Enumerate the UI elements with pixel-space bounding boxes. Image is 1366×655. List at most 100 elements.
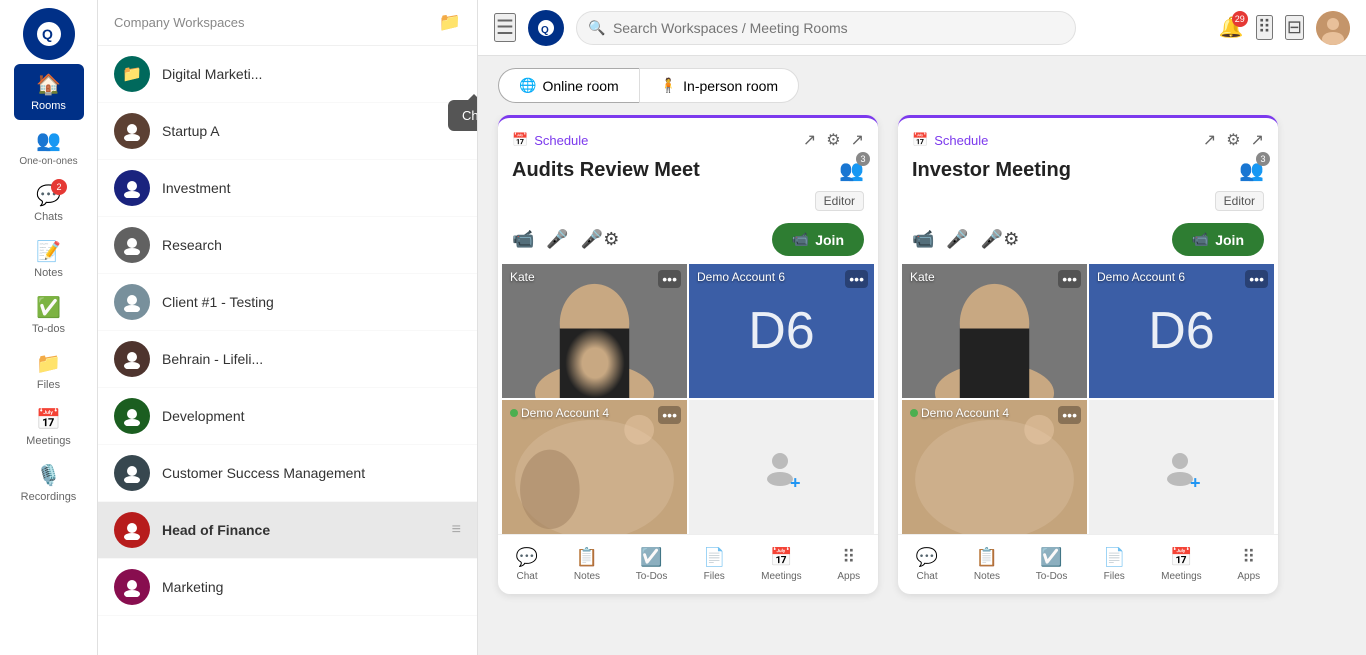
footer-files-investor[interactable]: 📄 Files	[1095, 543, 1133, 586]
video-menu-d6-investor[interactable]: •••	[1245, 270, 1268, 288]
more-button[interactable]: •••	[425, 65, 446, 83]
sidebar-item-one-on-ones[interactable]: 👥 One-on-ones	[0, 120, 97, 175]
more-button[interactable]: •••	[425, 350, 446, 368]
video-btn-investor[interactable]: 📹	[912, 229, 934, 250]
settings-button-investor[interactable]: ⚙	[1226, 130, 1240, 150]
footer-chat-audits[interactable]: 💬 Chat	[508, 543, 546, 586]
tab-inperson-room[interactable]: 🧍 In-person room	[639, 68, 799, 103]
add-button[interactable]: ➕	[367, 65, 390, 83]
hamburger-menu[interactable]: ☰	[494, 13, 516, 42]
workspace-item-head-of-finance[interactable]: Head of Finance ≡	[98, 502, 477, 559]
workspace-avatar	[114, 455, 150, 491]
meetings-footer-icon-investor: 📅	[1170, 547, 1192, 568]
drag-handle[interactable]: ≡	[452, 236, 461, 254]
video-cell-add-investor[interactable]: +	[1089, 400, 1274, 534]
footer-todos-audits[interactable]: ☑️ To-Dos	[628, 543, 676, 586]
workspace-name-head-of-finance: Head of Finance	[162, 522, 452, 538]
settings-button-audits[interactable]: ⚙	[826, 130, 840, 150]
video-btn-audits[interactable]: 📹	[512, 229, 534, 250]
notification-button[interactable]: 🔔 29	[1219, 15, 1244, 40]
tab-online-room[interactable]: 🌐 Online room	[498, 68, 639, 103]
footer-todos-investor[interactable]: ☑️ To-Dos	[1028, 543, 1076, 586]
mic-btn-audits[interactable]: 🎤	[546, 229, 568, 250]
card-header-audits: 📅 Schedule ↗ ⚙ ↗	[498, 118, 878, 158]
workspace-item-research[interactable]: Research ≡	[98, 217, 477, 274]
workspace-name-customer-success: Customer Success Management	[162, 465, 452, 481]
drag-handle[interactable]: ≡	[452, 521, 461, 539]
add-button[interactable]: ➕	[367, 179, 390, 197]
user-avatar[interactable]	[1316, 11, 1350, 45]
room-type-tabs: 🌐 Online room 🧍 In-person room	[478, 56, 1366, 115]
video-menu-demo4[interactable]: •••	[658, 406, 681, 424]
mic-settings-btn-investor[interactable]: 🎤⚙	[981, 229, 1020, 250]
drag-handle[interactable]: ≡	[452, 464, 461, 482]
footer-chat-investor[interactable]: 💬 Chat	[908, 543, 946, 586]
join-label-audits: Join	[815, 232, 844, 248]
sidebar-item-meetings[interactable]: 📅 Meetings	[0, 399, 97, 455]
join-button-audits[interactable]: 📹 Join	[772, 223, 864, 256]
sidebar-item-recordings[interactable]: 🎙️ Recordings	[0, 455, 97, 511]
bolt-button[interactable]: ⚡	[396, 179, 419, 197]
card-title-investor: Investor Meeting	[912, 159, 1071, 182]
expand-button-investor[interactable]: ↗	[1251, 130, 1264, 150]
drag-handle[interactable]: ≡	[452, 407, 461, 425]
workspace-item-behrain[interactable]: Behrain - Lifeli... ➕ ⚡ ••• ≡	[98, 331, 477, 388]
share-button-investor[interactable]: ↗	[1203, 130, 1216, 150]
workspace-avatar	[114, 113, 150, 149]
workspace-item-investment[interactable]: Investment ➕ ⚡ ••• ≡	[98, 160, 477, 217]
video-cell-d6-audits: D6 Demo Account 6 •••	[689, 264, 874, 398]
mic-btn-investor[interactable]: 🎤	[946, 229, 968, 250]
video-menu-kate[interactable]: •••	[658, 270, 681, 288]
footer-notes-investor[interactable]: 📋 Notes	[966, 543, 1008, 586]
drag-handle[interactable]: ≡	[452, 350, 461, 368]
video-cell-demo4-audits: Demo Account 4 •••	[502, 400, 687, 534]
sidebar-item-chats[interactable]: 💬 2 Chats	[0, 175, 97, 231]
sidebar-item-files[interactable]: 📁 Files	[0, 343, 97, 399]
more-button[interactable]: •••	[425, 179, 446, 197]
bolt-button[interactable]: ⚡	[396, 65, 419, 83]
sidebar-item-notes[interactable]: 📝 Notes	[0, 231, 97, 287]
drag-handle[interactable]: ≡	[452, 293, 461, 311]
participant-count-investor: 3	[1256, 152, 1270, 166]
mic-settings-btn-audits[interactable]: 🎤⚙	[581, 229, 620, 250]
expand-button-audits[interactable]: ↗	[851, 130, 864, 150]
svg-text:Q: Q	[541, 25, 549, 36]
workspace-item-marketing[interactable]: Marketing ≡	[98, 559, 477, 616]
drag-handle[interactable]: ≡	[452, 179, 461, 197]
drag-handle[interactable]: ≡	[452, 65, 461, 83]
footer-files-audits[interactable]: 📄 Files	[695, 543, 733, 586]
grid-view-button[interactable]: ⠿	[1256, 15, 1273, 40]
workspace-item-digital-marketing[interactable]: 📁 Digital Marketi... ➕ ⚡ ••• ≡	[98, 46, 477, 103]
footer-meetings-audits[interactable]: 📅 Meetings	[753, 543, 810, 586]
notes-icon: 📝	[36, 239, 61, 264]
search-input[interactable]	[576, 11, 1076, 45]
video-cell-d6-investor: D6 Demo Account 6 •••	[1089, 264, 1274, 398]
add-workspace-button[interactable]: 📁	[439, 12, 461, 33]
add-person-icon: +	[762, 447, 802, 487]
share-button-audits[interactable]: ↗	[803, 130, 816, 150]
layout-button[interactable]: ⊟	[1285, 15, 1304, 40]
video-menu-demo4-investor[interactable]: •••	[1058, 406, 1081, 424]
footer-notes-audits[interactable]: 📋 Notes	[566, 543, 608, 586]
video-menu-kate-investor[interactable]: •••	[1058, 270, 1081, 288]
workspace-name-research: Research	[162, 237, 452, 253]
workspace-avatar	[114, 284, 150, 320]
workspace-item-startup-a[interactable]: Startup A ≡	[98, 103, 477, 160]
footer-meetings-investor[interactable]: 📅 Meetings	[1153, 543, 1210, 586]
workspace-item-development[interactable]: Development ≡	[98, 388, 477, 445]
workspace-item-customer-success[interactable]: Customer Success Management ≡	[98, 445, 477, 502]
one-on-ones-icon: 👥	[36, 128, 61, 153]
bolt-button[interactable]: ⚡	[396, 350, 419, 368]
add-button[interactable]: ➕	[367, 350, 390, 368]
footer-apps-investor[interactable]: ⠿ Apps	[1229, 543, 1268, 586]
sidebar-item-todos[interactable]: ✅ To-dos	[0, 287, 97, 343]
sidebar-item-rooms[interactable]: 🏠 Rooms	[14, 64, 84, 120]
join-button-investor[interactable]: 📹 Join	[1172, 223, 1264, 256]
video-cell-add-audits[interactable]: +	[689, 400, 874, 534]
join-video-icon-investor: 📹	[1192, 231, 1209, 248]
footer-apps-audits[interactable]: ⠿ Apps	[829, 543, 868, 586]
notification-count: 29	[1232, 11, 1248, 27]
workspace-item-client1[interactable]: Client #1 - Testing ≡	[98, 274, 477, 331]
drag-handle[interactable]: ≡	[452, 578, 461, 596]
video-menu-d6[interactable]: •••	[845, 270, 868, 288]
